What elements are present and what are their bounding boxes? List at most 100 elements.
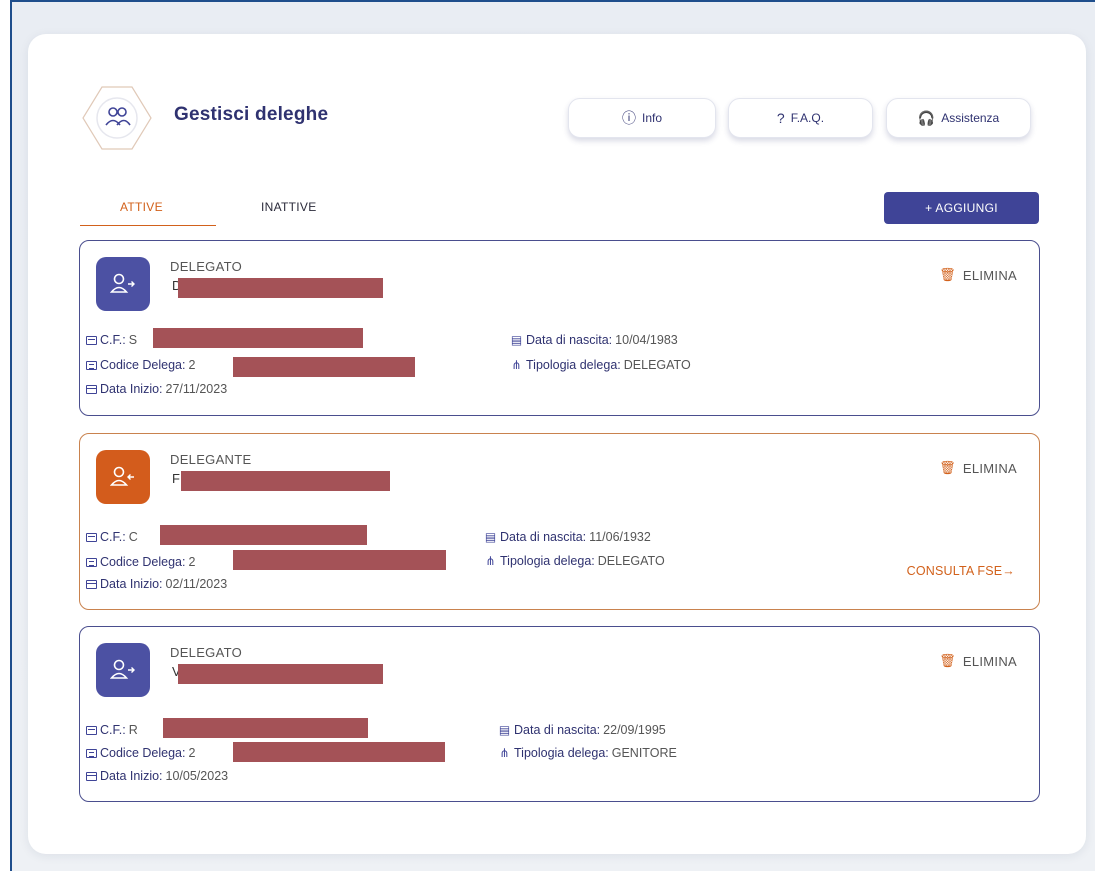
codice-redaction [233,357,415,377]
name-redaction [178,664,383,684]
data-nascita-field: ▤ Data di nascita: 22/09/1995 [498,723,666,737]
add-delegation-button[interactable]: + AGGIUNGI [884,192,1039,224]
tipologia-label: Tipologia delega: [526,358,621,372]
user-arrow-right-icon [110,273,135,293]
codice-field: Codice Delega: 2 [86,555,195,569]
name-redaction [181,471,390,491]
delegation-card: DELEGATO D 🗑 ELIMINA C.F.: S Codice Dele… [79,240,1040,416]
codice-label: Codice Delega: [100,555,186,569]
codice-label: Codice Delega: [100,746,186,760]
consulta-fse-link[interactable]: CONSULTA FSE→ [907,564,1015,578]
codice-value-initial: 2 [188,358,196,372]
cf-label: C.F.: [100,723,126,737]
calendar-icon [86,771,97,781]
delegation-hex-icon [82,86,152,150]
data-nascita-value: 22/09/1995 [603,723,666,737]
cf-label: C.F.: [100,333,126,347]
delete-button[interactable]: 🗑 ELIMINA [939,460,1017,476]
data-inizio-value: 27/11/2023 [165,382,228,396]
tipologia-value: DELEGATO [623,358,691,372]
codice-label: Codice Delega: [100,358,186,372]
delete-button[interactable]: 🗑 ELIMINA [939,267,1017,283]
question-icon: ? [776,110,785,126]
cf-redaction [153,328,363,348]
incoming-user-avatar [96,450,150,504]
cake-icon: ▤ [510,333,523,347]
codice-field: Codice Delega: 2 [86,358,195,372]
calendar-icon [86,579,97,589]
active-tab-indicator [80,225,216,226]
data-inizio-value: 02/11/2023 [165,577,228,591]
cf-value-initial: R [128,723,138,737]
data-nascita-label: Data di nascita: [526,333,613,347]
document-icon [86,557,97,567]
trash-icon: 🗑 [939,267,956,282]
page-title: Gestisci deleghe [174,104,329,125]
card-role: DELEGATO [170,645,242,660]
info-button[interactable]: ⓘ Info [568,98,716,138]
cake-icon: ▤ [498,723,511,737]
info-label: Info [641,111,662,125]
tipologia-field: ⋔ Tipologia delega: GENITORE [498,746,677,760]
faq-button[interactable]: ? F.A.Q. [728,98,873,138]
cf-redaction [163,718,368,738]
tab-inattive[interactable]: INATTIVE [261,200,317,214]
faq-label: F.A.Q. [790,111,825,125]
data-inizio-field: Data Inizio: 02/11/2023 [86,577,227,591]
data-inizio-label: Data Inizio: [100,577,163,591]
data-inizio-label: Data Inizio: [100,382,163,396]
user-arrow-right-icon [110,659,135,679]
outgoing-user-avatar [96,257,150,311]
tipologia-label: Tipologia delega: [514,746,609,760]
cf-field: C.F.: R [86,723,138,737]
cake-icon: ▤ [484,530,497,544]
assistenza-button[interactable]: 🎧 Assistenza [886,98,1031,138]
cf-value-initial: C [128,530,138,544]
data-inizio-label: Data Inizio: [100,769,163,783]
document-icon [86,748,97,758]
tipologia-label: Tipologia delega: [500,554,595,568]
cf-label: C.F.: [100,530,126,544]
card-role: DELEGATO [170,259,242,274]
delete-button[interactable]: 🗑 ELIMINA [939,653,1017,669]
tab-attive[interactable]: ATTIVE [120,200,163,214]
hierarchy-icon: ⋔ [511,358,522,372]
data-nascita-label: Data di nascita: [514,723,601,737]
delete-label: ELIMINA [962,460,1017,476]
tipologia-value: DELEGATO [597,554,665,568]
hierarchy-icon: ⋔ [485,554,496,568]
cf-value-initial: S [128,333,138,347]
cf-redaction [160,525,367,545]
codice-redaction [233,550,446,570]
delegation-card: DELEGANTE F 🗑 ELIMINA C.F.: C Codice Del… [79,433,1040,610]
id-card-icon [86,335,97,345]
assistenza-label: Assistenza [941,111,1000,125]
codice-redaction [233,742,445,762]
data-nascita-value: 11/06/1932 [589,530,651,544]
delete-label: ELIMINA [962,653,1017,669]
data-inizio-value: 10/05/2023 [165,769,229,783]
codice-value-initial: 2 [188,555,196,569]
calendar-icon [86,384,97,394]
data-nascita-field: ▤ Data di nascita: 10/04/1983 [510,333,678,347]
data-nascita-value: 10/04/1983 [615,333,678,347]
name-redaction [178,278,383,298]
user-arrow-left-icon [110,466,134,486]
card-name-initial: F [172,471,180,486]
data-nascita-label: Data di nascita: [500,530,587,544]
tipologia-field: ⋔ Tipologia delega: DELEGATO [484,554,665,568]
outgoing-user-avatar [96,643,150,697]
cf-field: C.F.: S [86,333,137,347]
codice-field: Codice Delega: 2 [86,746,195,760]
document-icon [86,360,97,370]
codice-value-initial: 2 [188,746,196,760]
delete-label: ELIMINA [962,267,1017,283]
data-inizio-field: Data Inizio: 27/11/2023 [86,382,227,396]
data-nascita-field: ▤ Data di nascita: 11/06/1932 [484,530,651,544]
headset-icon: 🎧 [917,109,936,126]
tipologia-value: GENITORE [611,746,677,760]
cf-field: C.F.: C [86,530,138,544]
hierarchy-icon: ⋔ [499,746,510,760]
trash-icon: 🗑 [939,653,956,668]
data-inizio-field: Data Inizio: 10/05/2023 [86,769,228,783]
